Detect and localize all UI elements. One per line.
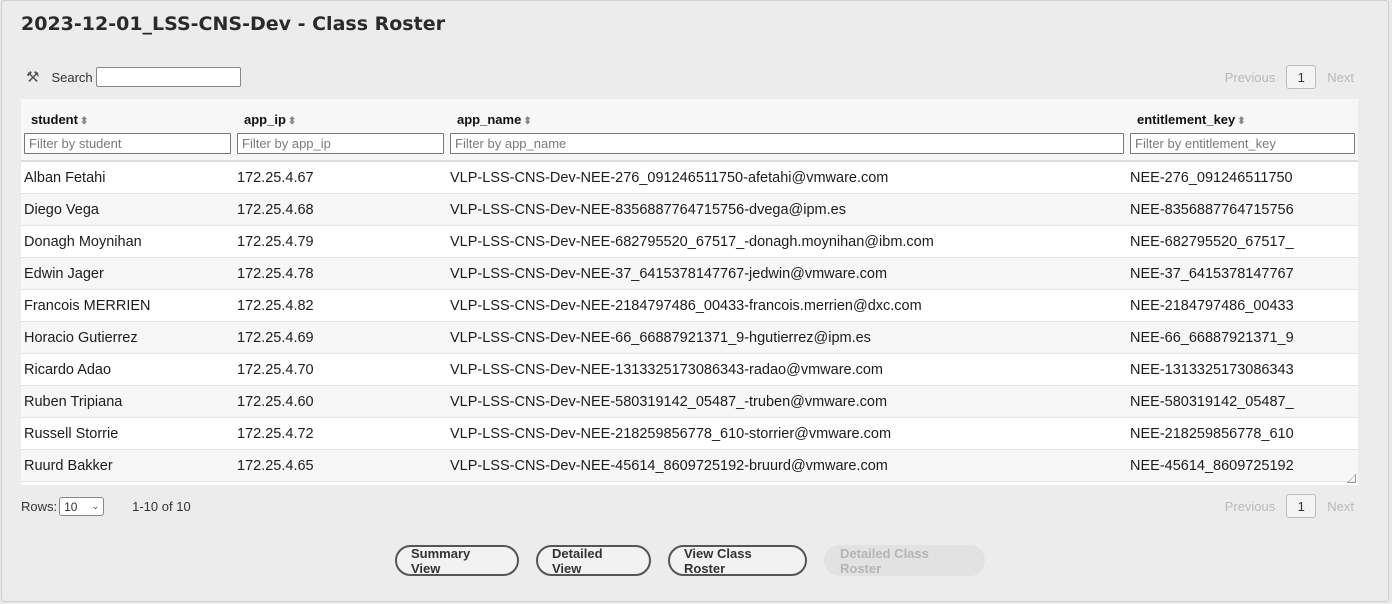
app-ip-cell: 172.25.4.72 — [234, 417, 447, 450]
resize-handle[interactable] — [1347, 474, 1356, 483]
rows-per-page-select[interactable]: 10 ⌄ — [59, 497, 105, 516]
filter-row — [21, 128, 1358, 162]
app-name-cell: VLP-LSS-CNS-Dev-NEE-2184797486_00433-fra… — [447, 289, 1127, 322]
student-cell: Edwin Jager — [21, 257, 234, 290]
app-ip-cell: 172.25.4.60 — [234, 385, 447, 418]
page-number-button[interactable]: 1 — [1286, 65, 1317, 89]
detailed-class-roster-button: Detailed Class Roster — [824, 545, 985, 576]
rows-per-page-control: Rows: 10 ⌄ 1-10 of 10 — [21, 497, 191, 516]
table-row: Ruurd Bakker 172.25.4.65 VLP-LSS-CNS-Dev-N… — [21, 449, 1358, 482]
header-row: student ⬍ app_ip ⬍ app_name ⬍ entitlement_k… — [21, 99, 1358, 128]
page-title: 2023-12-01_LSS-CNS-Dev - Class Roster — [21, 13, 445, 35]
student-cell: Diego Vega — [21, 193, 234, 226]
chevron-down-icon: ⌄ — [91, 501, 100, 511]
entitlement-key-cell: NEE-37_6415378147767 — [1127, 257, 1358, 290]
app-ip-cell: 172.25.4.78 — [234, 257, 447, 290]
app-name-cell: VLP-LSS-CNS-Dev-NEE-66_66887921371_9-hgu… — [447, 321, 1127, 354]
app-name-cell: VLP-LSS-CNS-Dev-NEE-276_091246511750-afe… — [447, 161, 1127, 194]
entitlement-key-cell: NEE-66_66887921371_9 — [1127, 321, 1358, 354]
student-cell: Horacio Gutierrez — [21, 321, 234, 354]
app-ip-cell: 172.25.4.67 — [234, 161, 447, 194]
column-header-student[interactable]: student ⬍ — [21, 99, 234, 128]
entitlement-key-cell: NEE-682795520_67517_ — [1127, 225, 1358, 258]
app-ip-cell: 172.25.4.82 — [234, 289, 447, 322]
entitlement-key-cell: NEE-45614_8609725192 — [1127, 449, 1358, 482]
sort-icon[interactable]: ⬍ — [80, 116, 88, 127]
column-header-app-name[interactable]: app_name ⬍ — [447, 99, 1127, 128]
app-ip-cell: 172.25.4.70 — [234, 353, 447, 386]
app-ip-cell: 172.25.4.79 — [234, 225, 447, 258]
student-cell: Ruurd Bakker — [21, 449, 234, 482]
sort-icon[interactable]: ⬍ — [288, 116, 296, 127]
app-name-cell: VLP-LSS-CNS-Dev-NEE-1313325173086343-rad… — [447, 353, 1127, 386]
app-name-cell: VLP-LSS-CNS-Dev-NEE-218259856778_610-sto… — [447, 417, 1127, 450]
column-header-app-ip[interactable]: app_ip ⬍ — [234, 99, 447, 128]
table-row: Donagh Moynihan 172.25.4.79 VLP-LSS-CNS-De… — [21, 225, 1358, 258]
roster-table: student ⬍ app_ip ⬍ app_name ⬍ entitlement_k… — [21, 99, 1358, 485]
filter-student-input[interactable] — [24, 133, 231, 154]
entitlement-key-cell: NEE-1313325173086343 — [1127, 353, 1358, 386]
student-cell: Russell Storrie — [21, 417, 234, 450]
student-cell: Francois MERRIEN — [21, 289, 234, 322]
entitlement-key-cell: NEE-218259856778_610 — [1127, 417, 1358, 450]
app-name-cell: VLP-LSS-CNS-Dev-NEE-8356887764715756-dve… — [447, 193, 1127, 226]
table-row: Edwin Jager 172.25.4.78 VLP-LSS-CNS-Dev-NE… — [21, 257, 1358, 290]
pagination-top: Previous 1 Next — [1225, 65, 1354, 89]
app-name-cell: VLP-LSS-CNS-Dev-NEE-45614_8609725192-bru… — [447, 449, 1127, 482]
app-name-cell: VLP-LSS-CNS-Dev-NEE-580319142_05487_-tru… — [447, 385, 1127, 418]
previous-button[interactable]: Previous — [1225, 70, 1276, 85]
app-ip-cell: 172.25.4.65 — [234, 449, 447, 482]
filter-entitlement-key-input[interactable] — [1130, 133, 1355, 154]
table-row: Ricardo Adao 172.25.4.70 VLP-LSS-CNS-Dev-N… — [21, 353, 1358, 386]
row-range-text: 1-10 of 10 — [132, 499, 191, 514]
view-buttons: Summary View Detailed View View Class Ro… — [395, 545, 1002, 576]
table-body: Alban Fetahi 172.25.4.67 VLP-LSS-CNS-Dev-N… — [21, 161, 1358, 482]
next-button[interactable]: Next — [1327, 70, 1354, 85]
student-cell: Donagh Moynihan — [21, 225, 234, 258]
student-cell: Ricardo Adao — [21, 353, 234, 386]
search-input[interactable] — [95, 67, 241, 87]
tools-icon[interactable]: ⚒ — [26, 68, 39, 86]
view-class-roster-button[interactable]: View Class Roster — [668, 545, 807, 576]
entitlement-key-cell: NEE-276_091246511750 — [1127, 161, 1358, 194]
table-row: Russell Storrie 172.25.4.72 VLP-LSS-CNS-De… — [21, 417, 1358, 450]
app-name-cell: VLP-LSS-CNS-Dev-NEE-682795520_67517_-don… — [447, 225, 1127, 258]
detailed-view-button[interactable]: Detailed View — [536, 545, 651, 576]
table-row: Horacio Gutierrez 172.25.4.69 VLP-LSS-CNS-… — [21, 321, 1358, 354]
table-row: Alban Fetahi 172.25.4.67 VLP-LSS-CNS-Dev-N… — [21, 161, 1358, 194]
roster-panel: 2023-12-01_LSS-CNS-Dev - Class Roster ⚒ … — [1, 0, 1389, 602]
filter-app-ip-input[interactable] — [237, 133, 444, 154]
search-label: Search — [51, 69, 93, 85]
app-ip-cell: 172.25.4.68 — [234, 193, 447, 226]
page-number-button[interactable]: 1 — [1286, 494, 1317, 518]
table-row: Ruben Tripiana 172.25.4.60 VLP-LSS-CNS-Dev… — [21, 385, 1358, 418]
table-row: Francois MERRIEN 172.25.4.82 VLP-LSS-CNS-D… — [21, 289, 1358, 322]
app-ip-cell: 172.25.4.69 — [234, 321, 447, 354]
sort-icon[interactable]: ⬍ — [1237, 116, 1245, 127]
column-header-entitlement-key[interactable]: entitlement_key ⬍ — [1127, 99, 1358, 128]
table-row: Diego Vega 172.25.4.68 VLP-LSS-CNS-Dev-NEE… — [21, 193, 1358, 226]
next-button[interactable]: Next — [1327, 499, 1354, 514]
app-name-cell: VLP-LSS-CNS-Dev-NEE-37_6415378147767-jed… — [447, 257, 1127, 290]
entitlement-key-cell: NEE-580319142_05487_ — [1127, 385, 1358, 418]
sort-icon[interactable]: ⬍ — [523, 116, 531, 127]
rows-label: Rows: — [21, 499, 58, 514]
entitlement-key-cell: NEE-2184797486_00433 — [1127, 289, 1358, 322]
student-cell: Ruben Tripiana — [21, 385, 234, 418]
pagination-bottom: Previous 1 Next — [1225, 494, 1354, 518]
entitlement-key-cell: NEE-8356887764715756 — [1127, 193, 1358, 226]
search-toolbar: ⚒ Search — [26, 67, 241, 87]
previous-button[interactable]: Previous — [1225, 499, 1276, 514]
student-cell: Alban Fetahi — [21, 161, 234, 194]
filter-app-name-input[interactable] — [450, 133, 1124, 154]
summary-view-button[interactable]: Summary View — [395, 545, 519, 576]
